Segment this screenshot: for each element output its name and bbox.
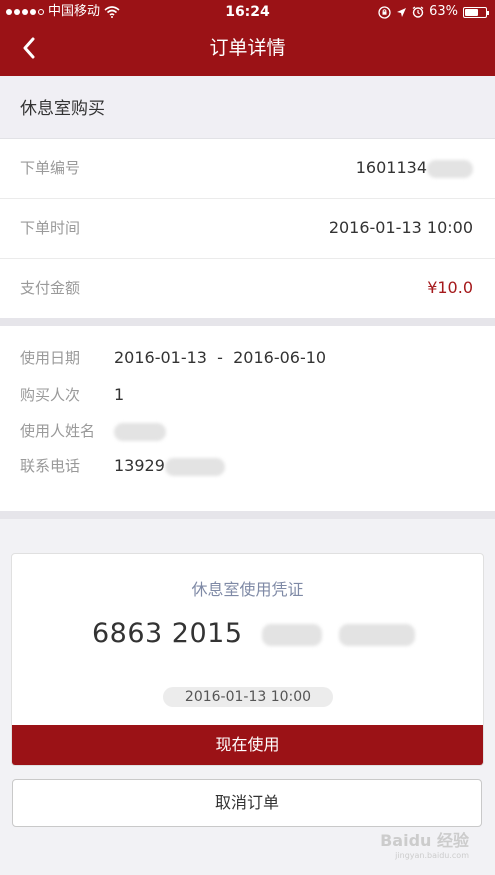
watermark-subtext: jingyan.baidu.com <box>395 851 469 860</box>
redacted-blur <box>114 422 166 441</box>
order-summary: 下单编号 1601134 下单时间 2016-01-13 10:00 支付金额 … <box>0 139 495 319</box>
order-number-value: 1601134 <box>356 139 473 197</box>
contact-phone-text: 13929 <box>114 456 165 475</box>
section-title: 休息室购买 <box>20 99 105 119</box>
page-title: 订单详情 <box>209 37 286 59</box>
usage-date-value: 2016-01-13 - 2016-06-10 <box>114 348 327 367</box>
payment-amount-row: 支付金额 ¥10.0 <box>0 259 495 319</box>
voucher-code: 6863 2015 <box>92 618 415 649</box>
voucher-title: 休息室使用凭证 <box>191 580 304 599</box>
user-name-label: 使用人姓名 <box>20 422 96 440</box>
section-divider <box>0 318 495 326</box>
status-right: 63% <box>378 0 489 24</box>
order-time-value: 2016-01-13 10:00 <box>328 218 473 237</box>
order-time-label: 下单时间 <box>20 219 81 237</box>
cancel-order-button[interactable]: 取消订单 <box>12 779 482 827</box>
baidu-jingyan-watermark: Baidu 经验 jingyan.baidu.com <box>380 827 469 860</box>
usage-date-row: 使用日期 2016-01-13 - 2016-06-10 <box>20 343 480 373</box>
rotation-lock-icon <box>378 5 391 19</box>
user-name-value <box>114 416 166 446</box>
battery-icon <box>463 6 489 18</box>
order-number-row: 下单编号 1601134 <box>0 139 495 199</box>
status-bar: 中国移动 16:24 63% <box>0 0 495 24</box>
visitor-count-row: 购买人次 1 <box>20 380 480 410</box>
visitor-count-label: 购买人次 <box>20 386 81 404</box>
watermark-text: Baidu 经验 <box>380 831 469 850</box>
order-number-label: 下单编号 <box>20 159 81 177</box>
contact-phone-value: 13929 <box>114 451 225 481</box>
usage-date-label: 使用日期 <box>20 349 81 367</box>
user-name-row: 使用人姓名 <box>20 416 480 446</box>
order-number-text: 1601134 <box>355 158 427 177</box>
redacted-blur <box>164 457 225 476</box>
location-arrow-icon <box>397 7 407 17</box>
section-header: 休息室购买 <box>0 76 495 139</box>
payment-amount-label: 支付金额 <box>20 279 81 297</box>
section-divider <box>0 511 495 519</box>
payment-amount-value: ¥10.0 <box>427 278 473 297</box>
usage-details: 使用日期 2016-01-13 - 2016-06-10 购买人次 1 使用人姓… <box>0 326 495 511</box>
redacted-blur <box>261 623 322 646</box>
voucher-date: 2016-01-13 10:00 <box>163 687 333 707</box>
header-bar: 中国移动 16:24 63% 订单详情 <box>0 0 495 76</box>
alarm-clock-icon <box>412 6 424 18</box>
order-time-row: 下单时间 2016-01-13 10:00 <box>0 199 495 259</box>
voucher-card: 休息室使用凭证 6863 2015 2016-01-13 10:00 现在使用 <box>11 553 484 766</box>
visitor-count-value: 1 <box>114 385 125 404</box>
contact-phone-label: 联系电话 <box>20 457 81 475</box>
redacted-blur <box>338 623 415 646</box>
voucher-area: 休息室使用凭证 6863 2015 2016-01-13 10:00 现在使用 … <box>0 519 495 875</box>
battery-percent: 63% <box>429 4 458 19</box>
redacted-blur <box>427 159 473 178</box>
contact-phone-row: 联系电话 13929 <box>20 451 480 481</box>
use-now-button[interactable]: 现在使用 <box>12 725 483 765</box>
voucher-code-text: 6863 2015 <box>92 618 243 649</box>
